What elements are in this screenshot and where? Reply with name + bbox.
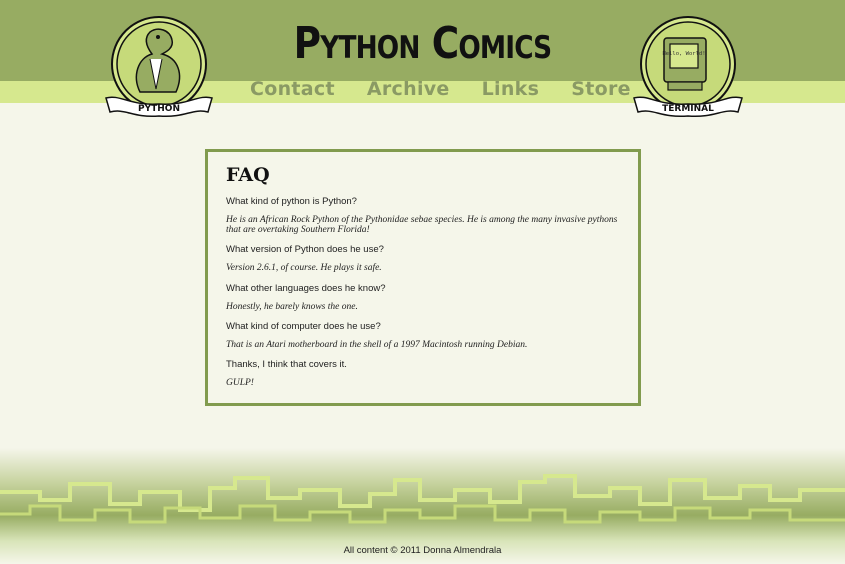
nav-link-contact[interactable]: Contact: [250, 78, 335, 104]
faq-title: FAQ: [226, 164, 270, 186]
faq-question: What other languages does he know?: [226, 282, 386, 294]
faq-question: What kind of python is Python?: [226, 196, 357, 207]
faq-box: FAQ What kind of python is Python? He is…: [205, 149, 641, 406]
faq-question: What kind of computer does he use?: [226, 321, 381, 333]
faq-answer: GULP!: [226, 378, 254, 389]
nav-link-archive[interactable]: Archive: [367, 78, 450, 104]
faq-answer: That is an Atari motherboard in the shel…: [226, 339, 528, 350]
nav-link-links[interactable]: Links: [482, 78, 540, 104]
faq-answer: Honestly, he barely knows the one.: [226, 301, 358, 312]
faq-question: What version of Python does he use?: [226, 244, 384, 256]
python-logo-icon[interactable]: PYTHON: [100, 14, 218, 126]
nav-link-store[interactable]: Store: [571, 78, 631, 104]
faq-answer: Version 2.6.1, of course. He plays it sa…: [226, 263, 382, 274]
python-banner-text: PYTHON: [138, 104, 180, 114]
main-nav: Contact Archive Links Store: [250, 78, 631, 104]
terminal-banner-text: TERMINAL: [662, 104, 714, 114]
terminal-logo-icon[interactable]: Hello, World! TERMINAL: [628, 14, 748, 126]
terminal-screen-text: Hello, World!: [662, 51, 705, 57]
faq-answer: He is an African Rock Python of the Pyth…: [226, 214, 618, 235]
copyright-footer: All content © 2011 Donna Almendrala: [343, 545, 502, 556]
faq-list: What kind of python is Python? He is an …: [226, 196, 621, 398]
faq-question: Thanks, I think that covers it.: [226, 359, 347, 371]
circuit-skyline-decoration: [0, 474, 845, 524]
